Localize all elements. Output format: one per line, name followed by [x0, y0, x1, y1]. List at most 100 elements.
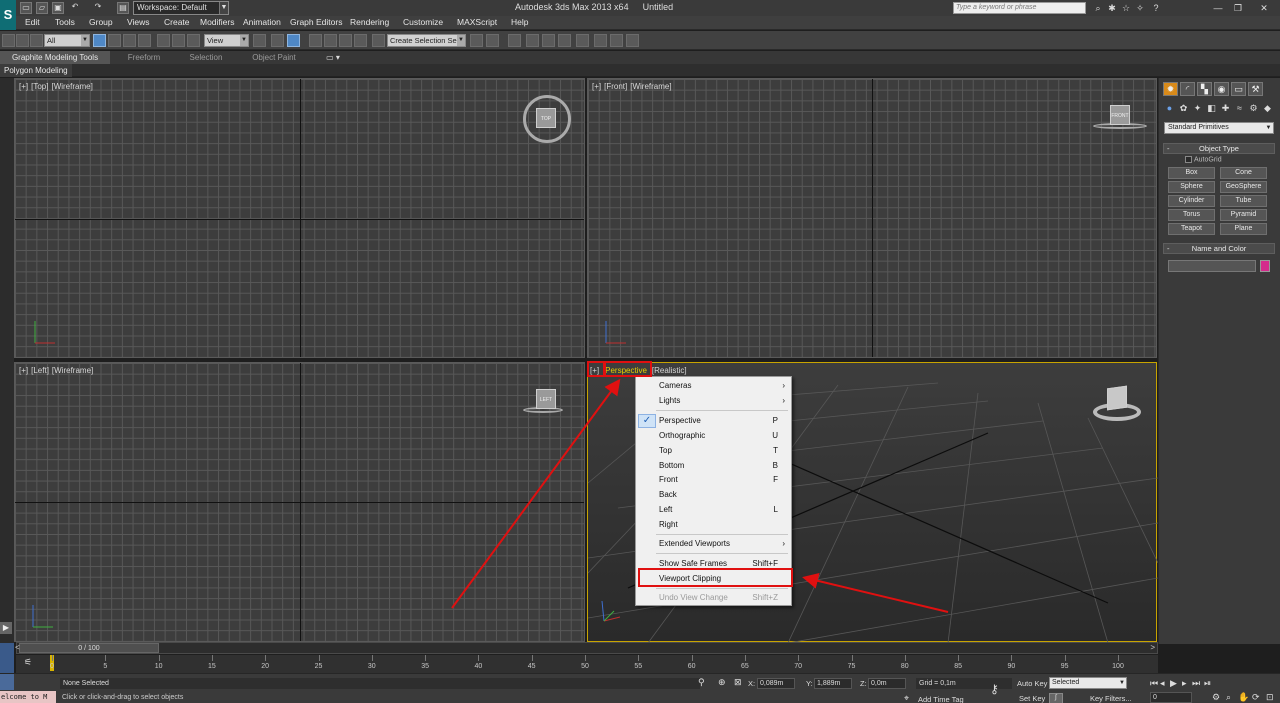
search-input[interactable]: Type a keyword or phrase [953, 2, 1086, 14]
zoom-icon[interactable]: ⌕ [1226, 692, 1231, 703]
maxscript-listener-input[interactable]: elcome to M [0, 691, 56, 703]
mirror-icon[interactable] [470, 34, 483, 47]
save-file-icon[interactable]: ▣ [52, 2, 64, 14]
key-mode-toggle-icon[interactable]: ⏯ [1204, 678, 1211, 689]
keyboard-shortcut-override-icon[interactable] [287, 34, 300, 47]
pivot-center-icon[interactable] [253, 34, 266, 47]
lights-icon[interactable]: ✦ [1191, 102, 1204, 114]
set-key-button[interactable]: Set Key [1019, 694, 1045, 703]
viewport-label[interactable]: [+] [Top] [Wireframe] [19, 82, 93, 91]
add-time-tag-button[interactable]: Add Time Tag [918, 695, 964, 703]
systems-icon[interactable]: ⚙ [1247, 102, 1260, 114]
tab-object-paint[interactable]: Object Paint [238, 51, 310, 64]
menu-edit[interactable]: Edit [25, 17, 40, 27]
maximize-viewport-icon[interactable]: ⊡ [1266, 692, 1274, 703]
layer-manager-icon[interactable] [508, 34, 521, 47]
rendered-frame-window-icon[interactable] [610, 34, 623, 47]
viewport-shading[interactable]: [Realistic] [652, 366, 687, 375]
menu-group[interactable]: Group [89, 17, 113, 27]
viewport-shading[interactable]: [Wireframe] [630, 82, 671, 91]
viewcube[interactable]: FRONT [1093, 103, 1147, 133]
window-crossing-icon[interactable] [138, 34, 151, 47]
project-folder-icon[interactable]: ▤ [117, 2, 129, 14]
geometry-icon[interactable]: ● [1163, 102, 1176, 114]
viewcube[interactable] [1093, 385, 1143, 425]
curve-editor-icon[interactable] [542, 34, 555, 47]
help-icon[interactable]: ? [1150, 2, 1162, 14]
motion-tab-icon[interactable]: ◉ [1214, 82, 1229, 96]
current-frame-input[interactable]: 0 [1150, 692, 1192, 703]
viewport-point-of-view[interactable]: [Left] [31, 366, 49, 375]
object-category-dropdown[interactable]: Standard Primitives ▼ [1164, 122, 1274, 134]
viewport-front[interactable]: [+] [Front] [Wireframe] FRONT [587, 78, 1157, 358]
orbit-icon[interactable]: ⟳ [1252, 692, 1260, 703]
tab-freeform[interactable]: Freeform [112, 51, 176, 64]
redo-icon[interactable]: ↷ [92, 2, 104, 14]
menu-tools[interactable]: Tools [55, 17, 75, 27]
viewcube-face[interactable] [1107, 385, 1127, 411]
time-configuration-icon[interactable]: ⚙ [1212, 692, 1220, 703]
viewport-shading[interactable]: [Wireframe] [51, 82, 92, 91]
menu-maxscript[interactable]: MAXScript [457, 17, 497, 27]
schematic-view-icon[interactable] [558, 34, 571, 47]
z-coordinate-input[interactable]: 0,0m [868, 678, 906, 689]
viewport-shading[interactable]: [Wireframe] [52, 366, 93, 375]
plane-button[interactable]: Plane [1220, 223, 1267, 235]
material-editor-icon[interactable] [576, 34, 589, 47]
render-setup-icon[interactable] [594, 34, 607, 47]
rollout-object-type[interactable]: - Object Type [1163, 143, 1275, 154]
menu-item-lights[interactable]: Lights [659, 395, 680, 406]
rollout-name-and-color[interactable]: - Name and Color [1163, 243, 1275, 254]
scale-icon[interactable] [187, 34, 200, 47]
app-logo-button[interactable]: S [0, 0, 16, 30]
create-tab-icon[interactable]: ✹ [1163, 82, 1178, 96]
menu-item-cameras[interactable]: Cameras [659, 380, 691, 391]
viewcube[interactable]: TOP [523, 95, 571, 143]
more-icon[interactable]: ◆ [1261, 102, 1274, 114]
lock-selection-icon[interactable]: ⚲ [698, 677, 705, 688]
menu-help[interactable]: Help [511, 17, 528, 27]
viewcube-face[interactable]: TOP [536, 108, 556, 128]
select-link-icon[interactable] [16, 34, 29, 47]
menu-views[interactable]: Views [127, 17, 150, 27]
select-object-icon[interactable] [93, 34, 106, 47]
hierarchy-tab-icon[interactable]: ▚ [1197, 82, 1212, 96]
play-icon[interactable]: ▶ [1170, 678, 1177, 689]
shapes-icon[interactable]: ✿ [1177, 102, 1190, 114]
viewport-label[interactable]: [+] [Left] [Wireframe] [19, 366, 93, 375]
y-coordinate-input[interactable]: 1,889m [814, 678, 852, 689]
viewport-point-of-view[interactable]: [Front] [604, 82, 627, 91]
undo-tool-icon[interactable] [2, 34, 15, 47]
menu-item-back[interactable]: Back [659, 489, 677, 500]
track-bar[interactable]: ⚟ 0 5 10 15 20 25 30 35 40 45 50 55 60 65 70 75 80 85 90 95… [16, 655, 1158, 673]
autogrid-checkbox[interactable]: AutoGrid [1185, 156, 1222, 163]
menu-customize[interactable]: Customize [403, 17, 443, 27]
default-tangents-icon[interactable]: ∫ [1049, 693, 1063, 703]
box-button[interactable]: Box [1168, 167, 1215, 179]
undo-icon[interactable]: ↶ [69, 2, 81, 14]
menu-modifiers[interactable]: Modifiers [200, 17, 234, 27]
key-mode-dropdown[interactable]: Selected ▼ [1049, 677, 1127, 689]
new-file-icon[interactable]: ▭ [20, 2, 32, 14]
edit-named-selection-icon[interactable] [372, 34, 385, 47]
cone-button[interactable]: Cone [1220, 167, 1267, 179]
time-slider-prev-icon[interactable]: < [15, 643, 20, 652]
snaps-toggle-icon[interactable] [309, 34, 322, 47]
select-by-name-icon[interactable] [108, 34, 121, 47]
pan-icon[interactable]: ✋ [1238, 692, 1249, 703]
graphite-toggle-icon[interactable] [526, 34, 539, 47]
object-color-swatch[interactable] [1260, 260, 1270, 272]
selection-filter-dropdown[interactable]: All ▼ [44, 34, 90, 47]
search-icon[interactable]: ⌕ [1092, 2, 1104, 14]
menu-graph-editors[interactable]: Graph Editors [290, 17, 342, 27]
menu-item-extended-viewports[interactable]: Extended Viewports [659, 538, 730, 549]
menu-item-front[interactable]: Front [659, 474, 678, 485]
key-icon[interactable]: ⚷ [990, 682, 999, 696]
auto-key-button[interactable]: Auto Key [1017, 679, 1047, 688]
absolute-mode-icon[interactable]: ⊠ [734, 677, 742, 688]
viewport-point-of-view[interactable]: [Top] [31, 82, 48, 91]
menu-item-orthographic[interactable]: Orthographic [659, 430, 705, 441]
utilities-tab-icon[interactable]: ⚒ [1248, 82, 1263, 96]
align-icon[interactable] [486, 34, 499, 47]
viewport-menu-plus[interactable]: [+] [592, 82, 601, 91]
